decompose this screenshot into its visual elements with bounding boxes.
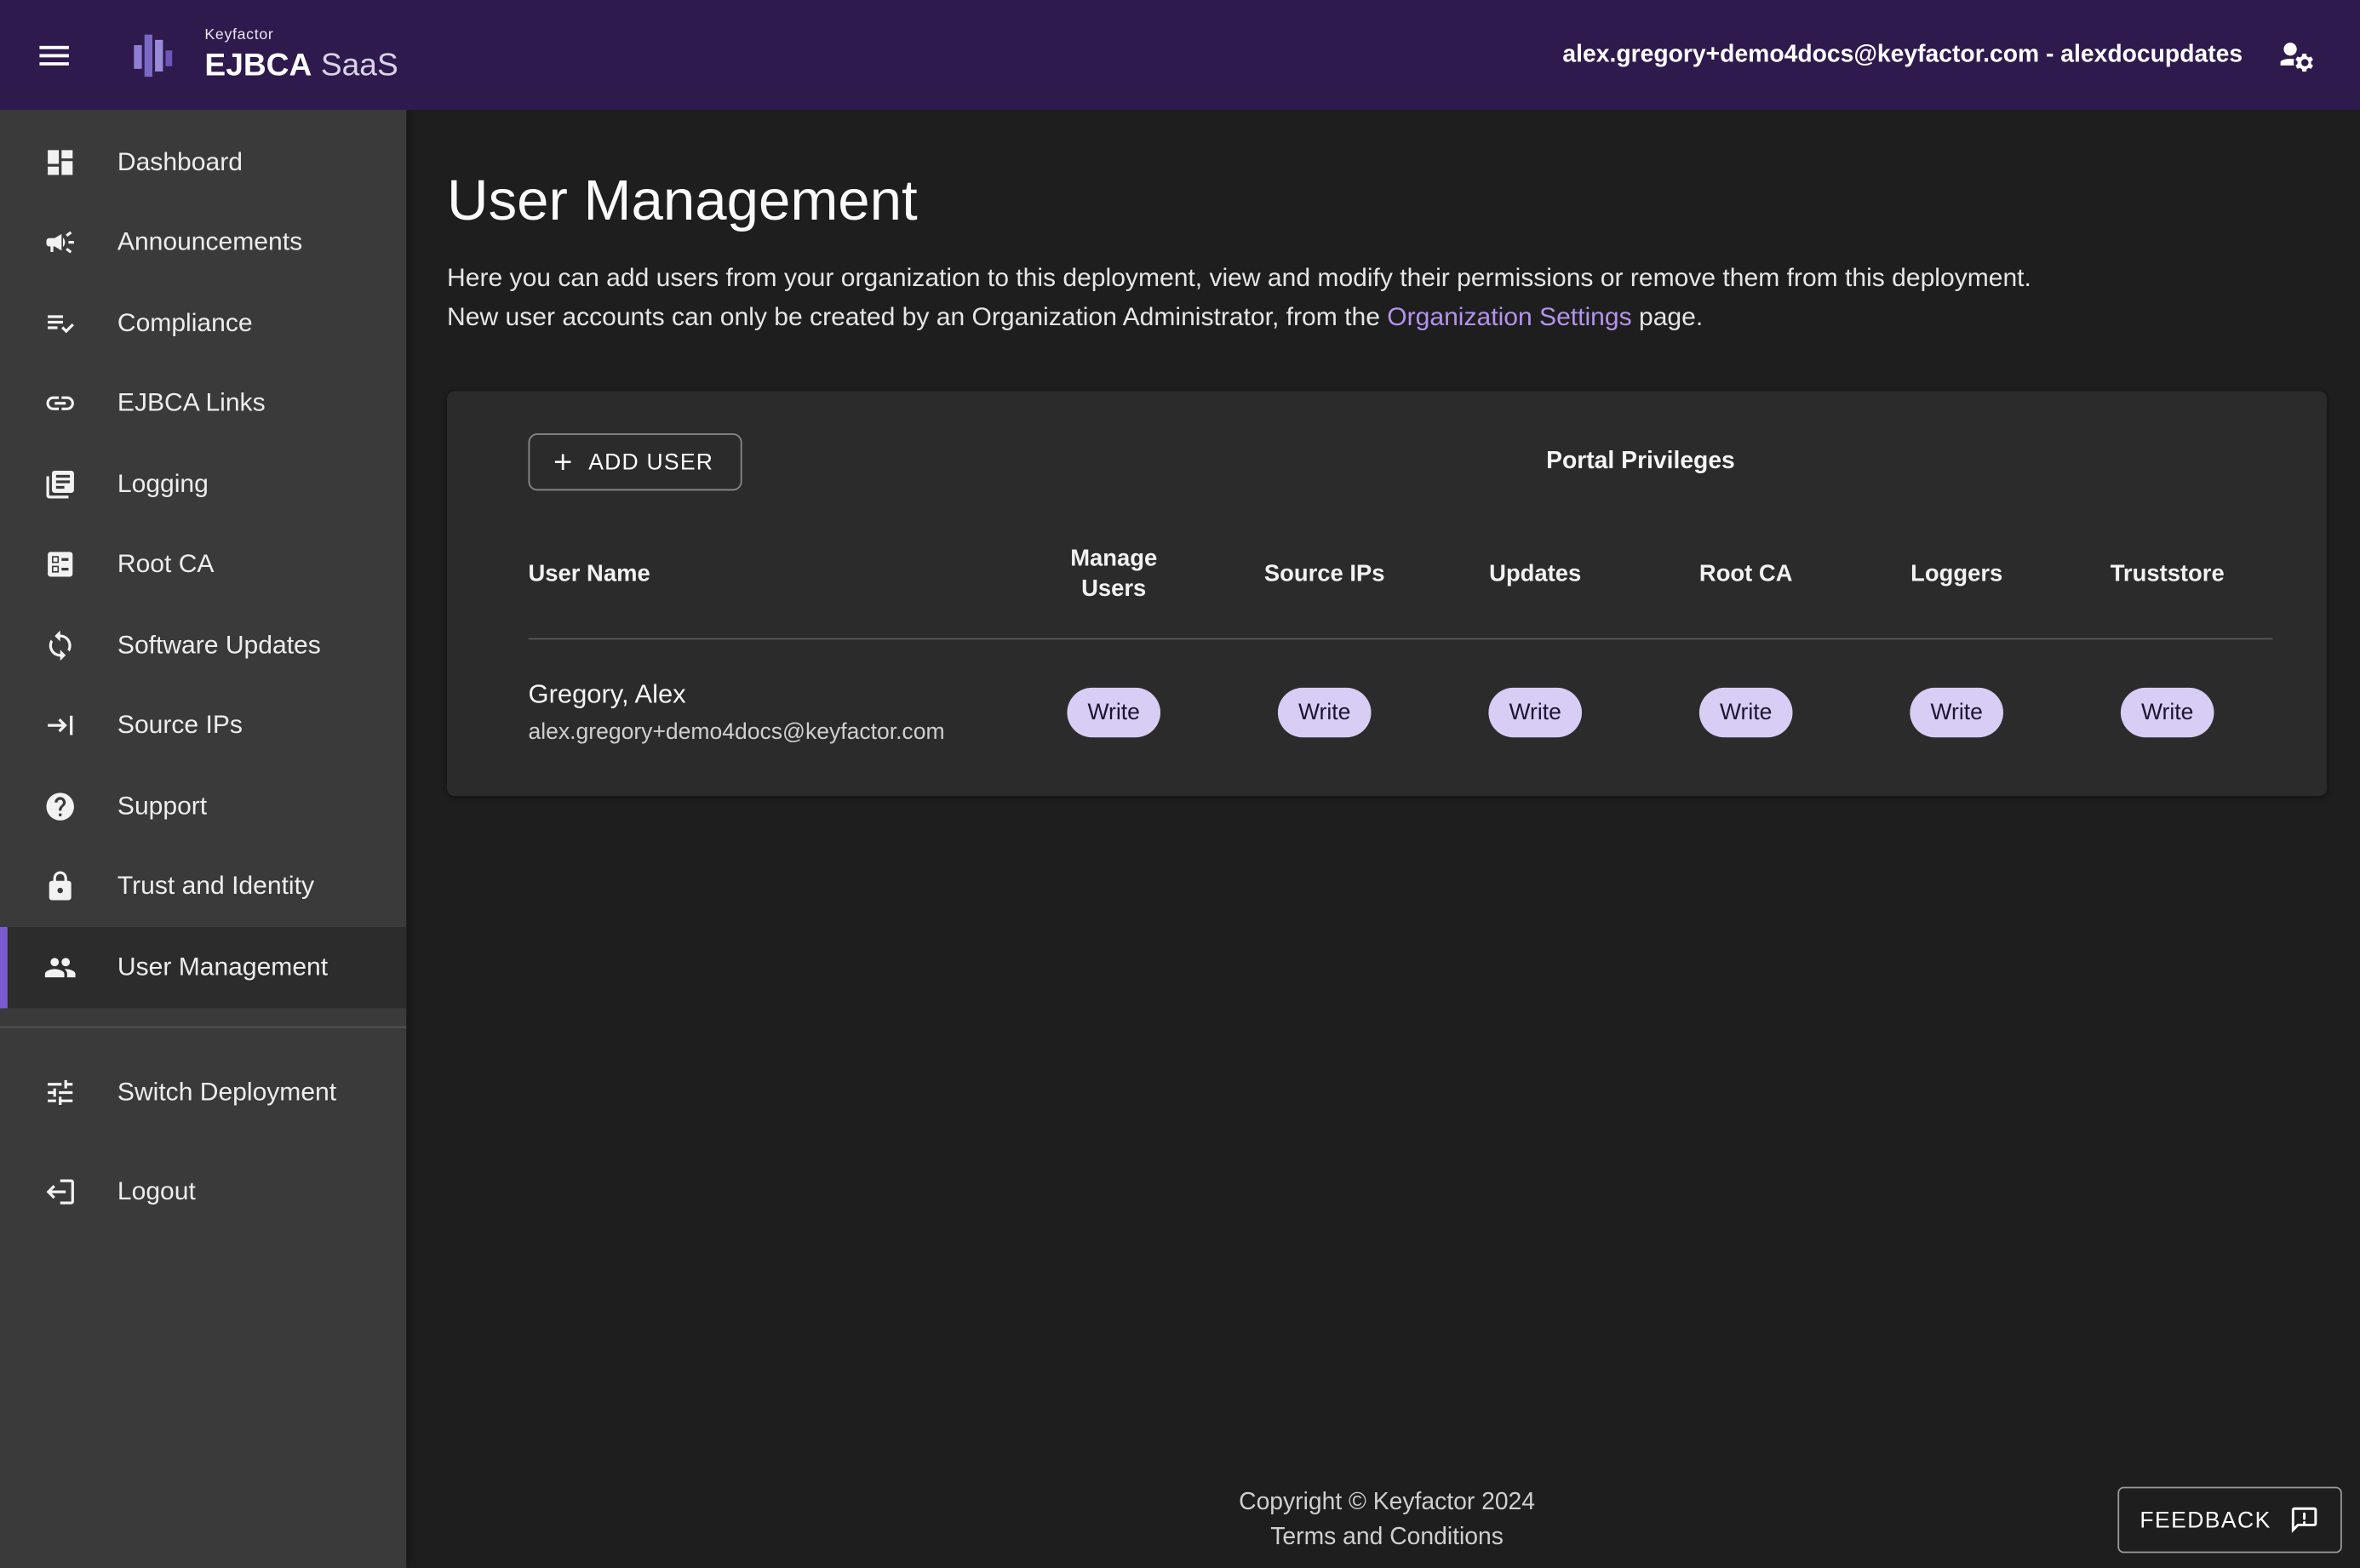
feedback-chat-icon [2289,1505,2319,1535]
manage-account-button[interactable] [2264,22,2330,89]
sidebar-item-label: Support [117,791,207,821]
feedback-button[interactable]: FEEDBACK [2117,1487,2342,1554]
brand-text: Keyfactor EJBCA SaaS [204,29,398,82]
sidebar-item-switch-deployment[interactable]: Switch Deployment [0,1042,406,1142]
sync-icon [43,627,78,663]
hamburger-icon [35,36,74,75]
sidebar-item-compliance[interactable]: Compliance [0,283,406,363]
add-user-button[interactable]: ADD USER [529,433,742,490]
sidebar-item-label: User Management [117,953,328,982]
privilege-pill-truststore[interactable]: Write [2121,687,2214,736]
table-header-row: User Name Manage Users Source IPs Update… [529,545,2273,605]
manage-account-icon [2277,36,2317,75]
description-line2-suffix: page. [1632,302,1704,331]
sidebar-item-logging[interactable]: Logging [0,444,406,525]
brand-suffix: SaaS [321,49,398,83]
sidebar-item-support[interactable]: Support [0,766,406,847]
help-icon [43,788,78,824]
input-arrow-icon [43,707,78,743]
page-description: Here you can add users from your organiz… [447,259,2327,337]
plus-icon [549,449,576,476]
logout-icon [43,1173,78,1209]
user-name: Gregory, Alex [529,678,1009,710]
portal-privileges-title: Portal Privileges [1008,449,2272,476]
account-area: alex.gregory+demo4docs@keyfactor.com - a… [1562,22,2329,89]
sidebar-item-label: Announcements [117,227,302,257]
user-email: alex.gregory+demo4docs@keyfactor.com [529,719,1009,745]
description-line2-prefix: New user accounts can only be created by… [447,302,1387,331]
privilege-pill-source-ips[interactable]: Write [1278,687,1372,736]
ballot-icon [43,547,78,582]
keyfactor-logo-icon [123,23,186,86]
column-header-manage-users: Manage Users [1008,545,1219,605]
privilege-pill-manage-users[interactable]: Write [1067,687,1160,736]
terms-and-conditions-link[interactable]: Terms and Conditions [1270,1520,1504,1555]
sidebar-item-label: EJBCA Links [117,389,266,419]
column-header-loggers: Loggers [1851,560,2062,590]
tune-icon [43,1073,78,1109]
user-cell: Gregory, Alex alex.gregory+demo4docs@key… [529,678,1009,745]
sidebar-item-label: Source IPs [117,711,243,741]
privilege-pill-loggers[interactable]: Write [1910,687,2003,736]
user-table-card: ADD USER Portal Privileges User Name Man… [447,392,2327,797]
sidebar-divider [0,1026,406,1027]
brand-company: Keyfactor [204,29,398,44]
sidebar-item-label: Switch Deployment [117,1077,336,1107]
link-icon [43,386,78,421]
copyright-text: Copyright © Keyfactor 2024 [447,1485,2327,1520]
description-line1: Here you can add users from your organiz… [447,263,2031,292]
sidebar-item-source-ips[interactable]: Source IPs [0,685,406,766]
sidebar-item-trust-and-identity[interactable]: Trust and Identity [0,846,406,927]
column-header-root-ca: Root CA [1641,560,1851,590]
privilege-pill-updates[interactable]: Write [1488,687,1582,736]
column-header-user-name: User Name [529,560,1009,590]
sidebar-item-dashboard[interactable]: Dashboard [0,122,406,203]
checklist-icon [43,305,78,340]
privilege-pill-root-ca[interactable]: Write [1699,687,1793,736]
group-icon [43,949,78,985]
dashboard-icon [43,144,78,180]
topbar: Keyfactor EJBCA SaaS alex.gregory+demo4do… [0,0,2360,110]
sidebar-item-label: Compliance [117,308,253,338]
page-footer: Copyright © Keyfactor 2024 Terms and Con… [447,1485,2327,1568]
sidebar-item-label: Dashboard [117,147,243,177]
brand-product: EJBCA [204,49,312,83]
column-header-source-ips: Source IPs [1219,560,1430,590]
add-user-label: ADD USER [588,449,713,475]
sidebar-item-user-management[interactable]: User Management [0,927,406,1008]
page-title: User Management [447,170,2327,235]
sidebar-item-label: Logging [117,469,209,499]
card-toolbar: ADD USER Portal Privileges [529,433,2273,490]
library-books-icon [43,466,78,502]
column-header-truststore: Truststore [2062,560,2273,590]
sidebar-item-ejbca-links[interactable]: EJBCA Links [0,363,406,444]
feedback-label: FEEDBACK [2139,1508,2271,1533]
sidebar-item-label: Logout [117,1176,196,1206]
sidebar-item-label: Software Updates [117,630,321,660]
menu-button[interactable] [21,22,88,89]
sidebar-item-announcements[interactable]: Announcements [0,203,406,283]
sidebar-item-label: Trust and Identity [117,872,314,901]
megaphone-icon [43,225,78,260]
app-window: Keyfactor EJBCA SaaS alex.gregory+demo4do… [0,0,2360,1568]
account-label: alex.gregory+demo4docs@keyfactor.com - a… [1562,42,2243,69]
sidebar-item-label: Root CA [117,550,215,580]
table-row: Gregory, Alex alex.gregory+demo4docs@key… [529,639,2273,745]
organization-settings-link[interactable]: Organization Settings [1387,302,1631,331]
sidebar-item-root-ca[interactable]: Root CA [0,524,406,605]
sidebar-item-software-updates[interactable]: Software Updates [0,605,406,686]
main-content: User Management Here you can add users f… [406,110,2360,1568]
brand: Keyfactor EJBCA SaaS [123,23,398,86]
column-header-updates: Updates [1429,560,1641,590]
sidebar-item-logout[interactable]: Logout [0,1142,406,1241]
lock-icon [43,868,78,904]
sidebar: Dashboard Announcements Compliance EJBCA… [0,110,406,1568]
